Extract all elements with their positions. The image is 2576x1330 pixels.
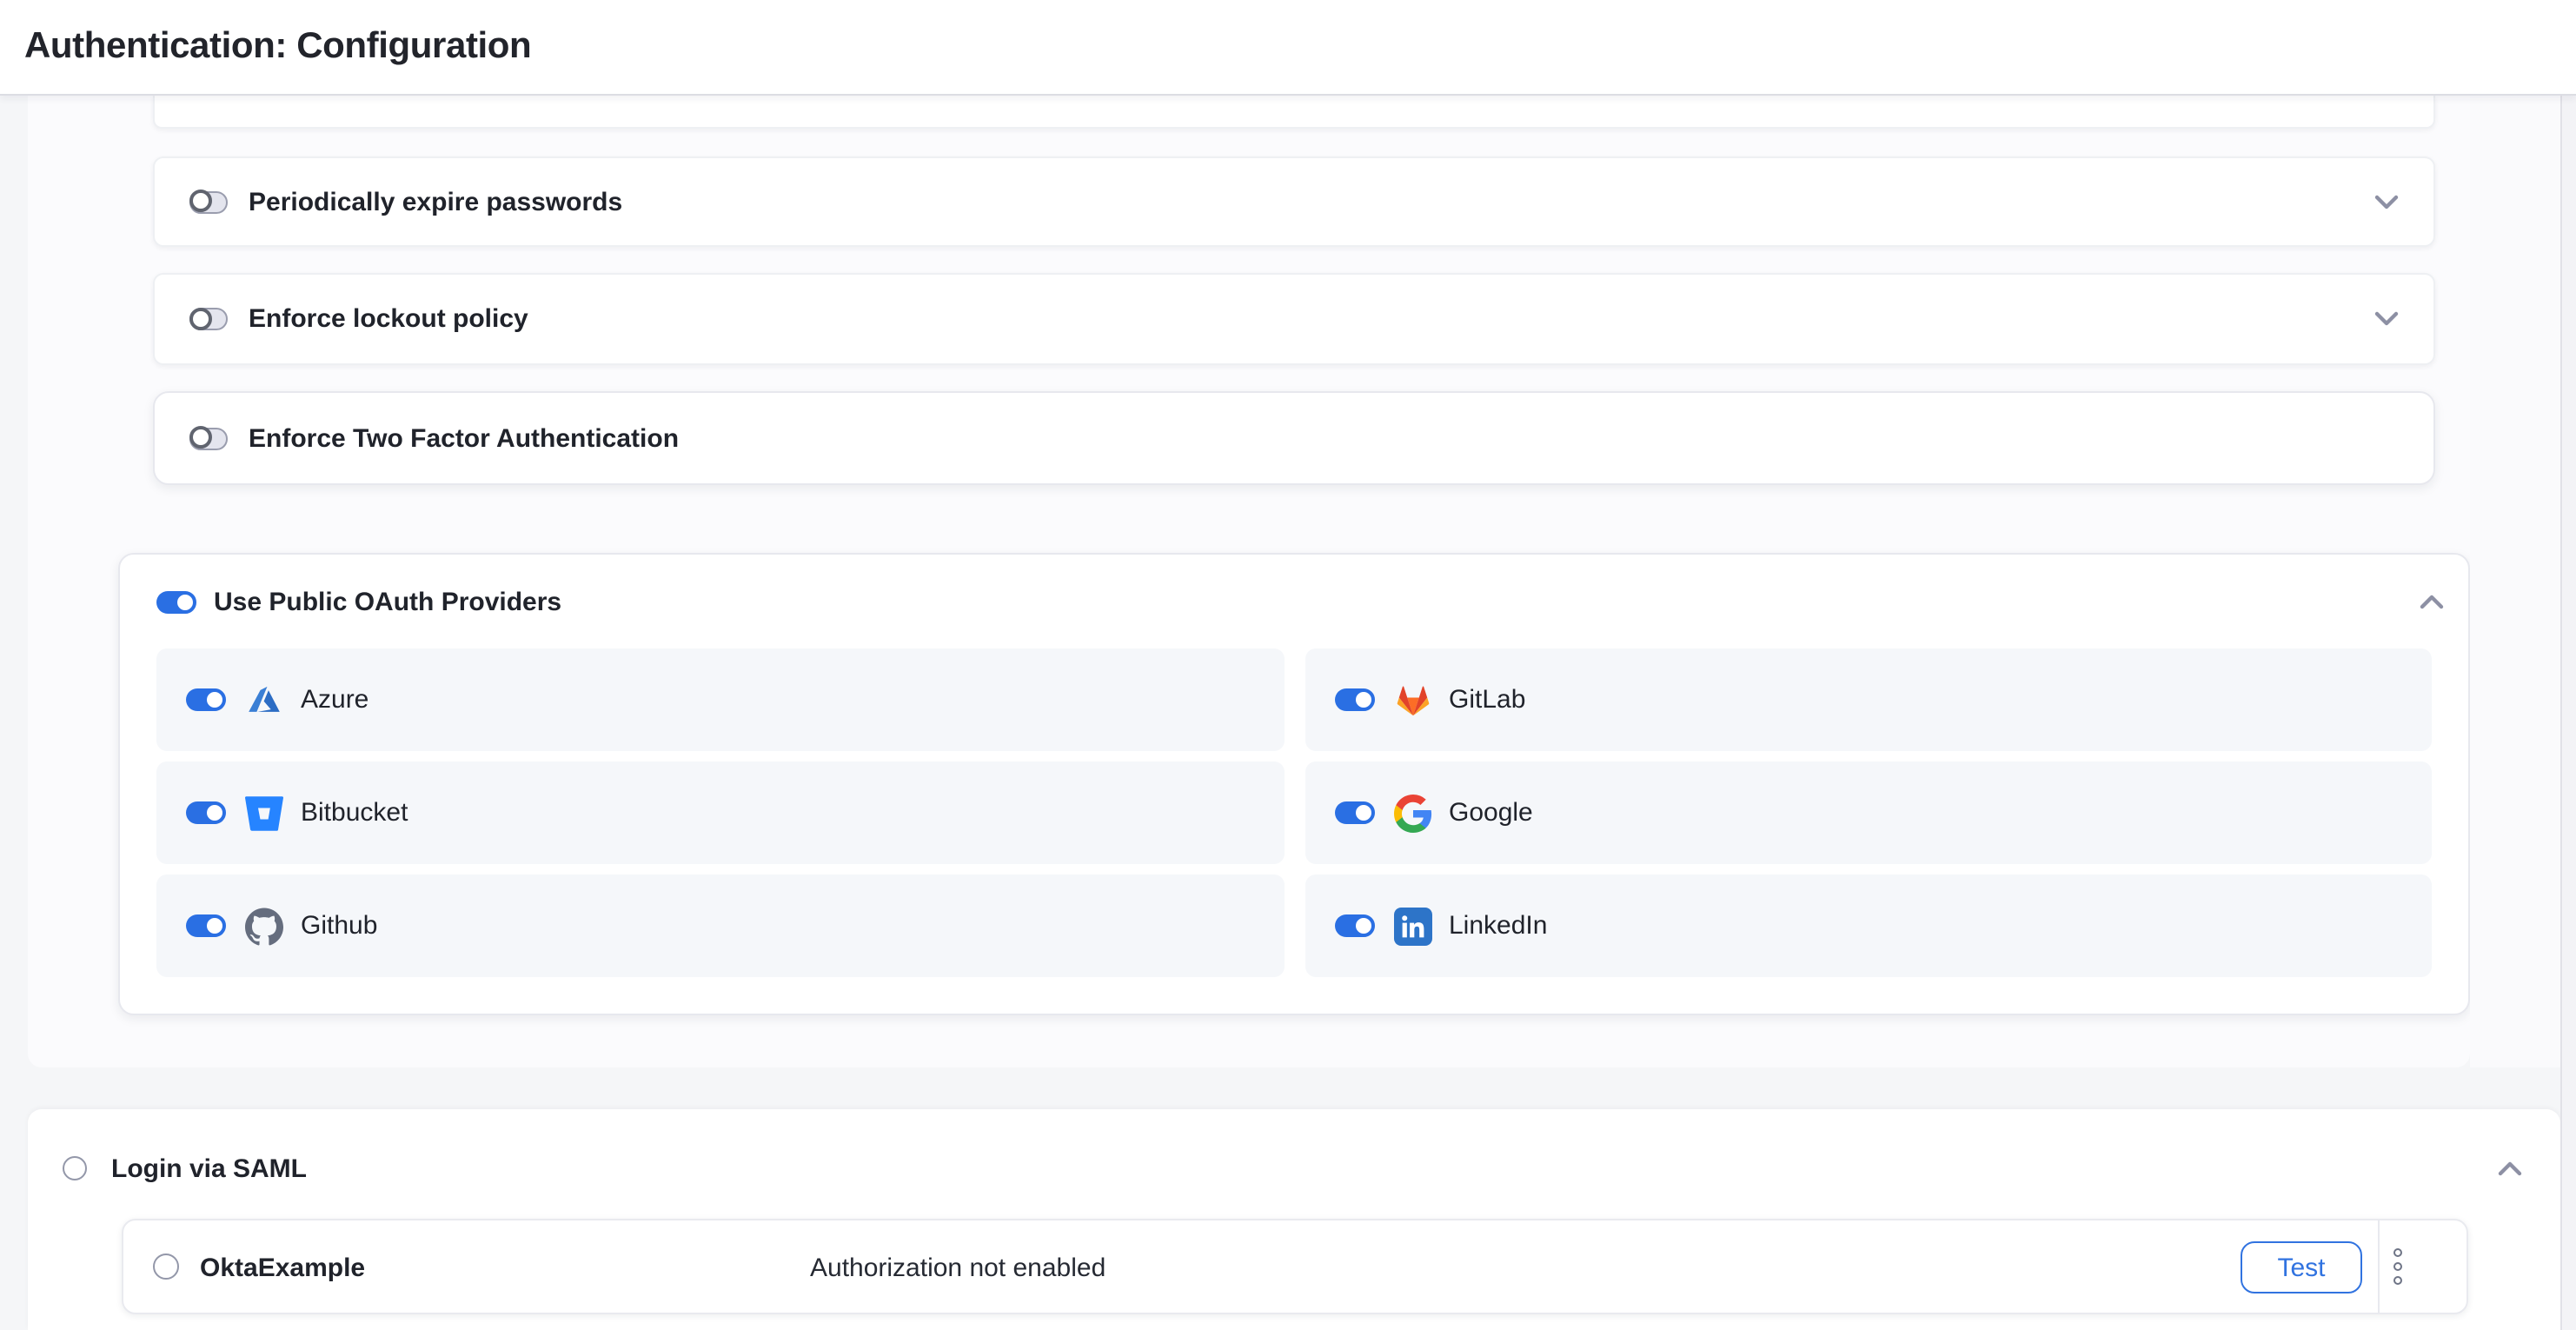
google-toggle[interactable] [1334,801,1372,824]
oauth-providers-card: Use Public OAuth Providers Azure [118,553,2470,1015]
chevron-up-icon[interactable] [2498,1160,2522,1176]
content-right-band [2470,96,2560,1067]
password-settings-panel: Periodically expire passwords Enforce lo… [28,96,2470,1067]
provider-name: Github [301,911,377,941]
linkedin-toggle[interactable] [1334,914,1372,937]
oauth-card-header: Use Public OAuth Providers [156,555,2444,648]
provider-name: Azure [301,685,368,715]
provider-row-github: Github [156,874,1284,977]
provider-row-azure: Azure [156,648,1284,751]
policy-row-label: Enforce Two Factor Authentication [249,423,679,453]
toggle-knob [203,688,226,711]
azure-toggle[interactable] [186,688,224,711]
okta-example-radio[interactable] [153,1254,179,1280]
google-icon [1393,794,1431,832]
policy-row-label: Periodically expire passwords [249,187,622,216]
test-button[interactable]: Test [2241,1241,2362,1293]
chevron-down-icon[interactable] [2374,311,2399,327]
provider-row-linkedin: LinkedIn [1305,874,2432,977]
chevron-up-icon[interactable] [2420,594,2444,609]
toggle-knob [1351,801,1374,824]
bitbucket-icon [245,794,283,832]
azure-icon [245,681,283,719]
saml-entry-name: OktaExample [200,1220,365,1316]
provider-name: Bitbucket [301,798,408,828]
provider-name: Google [1449,798,1533,828]
github-toggle[interactable] [186,914,224,937]
provider-row-google: Google [1305,761,2432,864]
toggle-knob [189,307,212,329]
gitlab-toggle[interactable] [1334,688,1372,711]
policy-row-label: Enforce lockout policy [249,304,528,334]
page-header: Authentication: Configuration [0,0,2576,96]
toggle-knob [189,426,212,449]
toggle-knob [203,801,226,824]
policy-row-lockout-policy: Enforce lockout policy [153,273,2435,365]
oauth-provider-grid: Azure Bitbucket Github [156,648,2432,977]
policy-row-two-factor: Enforce Two Factor Authentication [153,391,2435,485]
toggle-knob [189,190,212,212]
provider-name: GitLab [1449,685,1525,715]
toggle-knob [1351,914,1374,937]
bitbucket-toggle[interactable] [186,801,224,824]
oauth-card-title: Use Public OAuth Providers [214,587,561,616]
saml-radio[interactable] [63,1156,87,1180]
provider-row-bitbucket: Bitbucket [156,761,1284,864]
policy-row-expire-passwords: Periodically expire passwords [153,156,2435,247]
provider-name: LinkedIn [1449,911,1547,941]
page-title: Authentication: Configuration [24,26,531,68]
kebab-menu-icon[interactable] [2393,1220,2402,1313]
gitlab-icon [1393,681,1431,719]
saml-entry-row: OktaExample Authorization not enabled Te… [122,1219,2468,1314]
clipped-row [153,96,2435,129]
saml-section-title: Login via SAML [111,1154,307,1183]
toggle-knob [174,590,196,613]
two-factor-toggle[interactable] [189,427,228,449]
saml-entry-status: Authorization not enabled [810,1220,1105,1316]
divider [2378,1220,2380,1313]
toggle-knob [1351,688,1374,711]
linkedin-icon [1393,907,1431,945]
expire-passwords-toggle[interactable] [189,190,228,213]
provider-row-gitlab: GitLab [1305,648,2432,751]
authentication-configuration-page: Authentication: Configuration Periodical… [0,0,2576,1330]
lockout-policy-toggle[interactable] [189,308,228,330]
scrollbar-track[interactable] [2560,96,2576,1330]
saml-section-header: Login via SAML [63,1137,2522,1200]
github-icon [245,907,283,945]
oauth-providers-toggle[interactable] [156,590,195,613]
chevron-down-icon[interactable] [2374,194,2399,209]
saml-section: Login via SAML OktaExample Authorization… [28,1109,2560,1330]
toggle-knob [203,914,226,937]
